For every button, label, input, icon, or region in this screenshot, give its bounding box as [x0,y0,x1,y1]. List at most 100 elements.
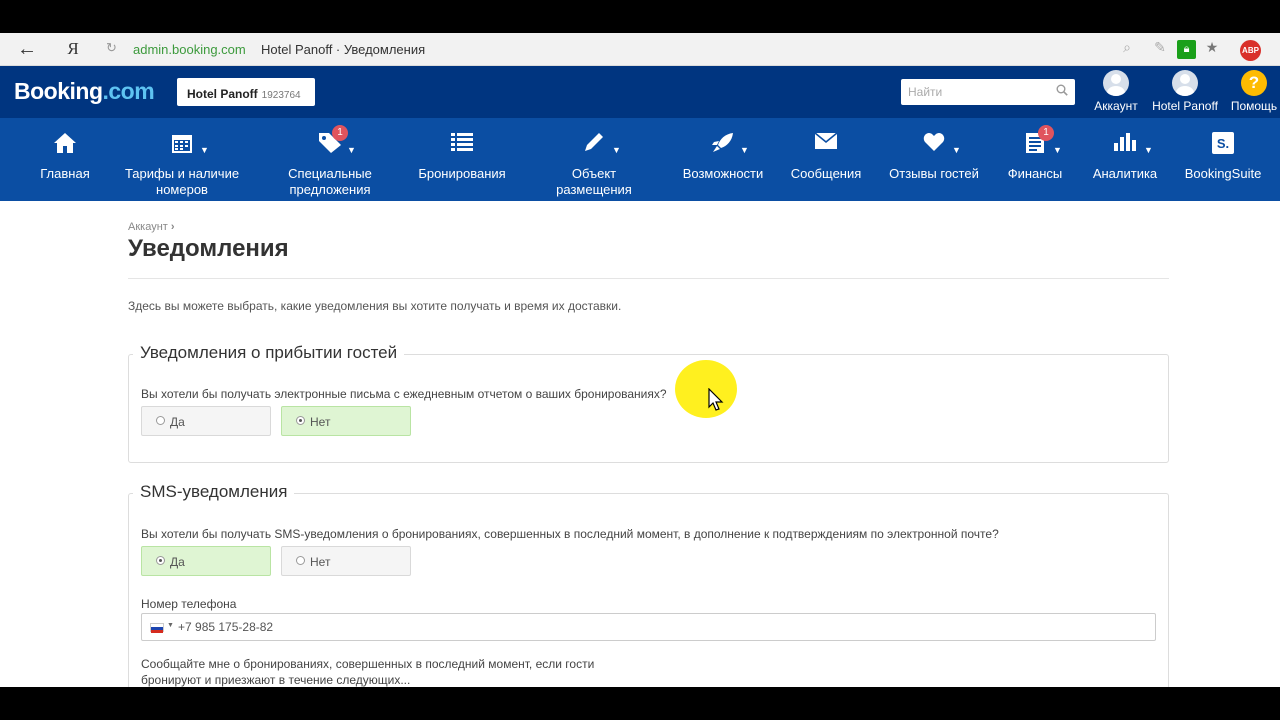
panel-legend: Уведомления о прибытии гостей [133,343,405,363]
home-icon [54,133,76,153]
radio-icon[interactable] [296,416,305,425]
sms-question: Вы хотели бы получать SMS-уведомления о … [141,527,999,541]
arrival-no-option[interactable]: Нет [281,406,411,436]
logo-main: Booking [14,78,103,104]
nav-item-reviews[interactable]: ▼ Отзывы гостей [884,118,984,201]
breadcrumb[interactable]: Аккаунт › [128,221,175,233]
title-divider [128,278,1169,279]
radio-icon[interactable] [296,556,305,565]
booking-logo[interactable]: Booking.com [14,78,155,105]
logo-suffix: .com [102,78,155,104]
sms-no-option[interactable]: Нет [281,546,411,576]
bookingsuite-icon: S. [1212,132,1234,154]
help-icon: ? [1241,70,1267,96]
search-page-icon[interactable]: ⌕ [1117,39,1137,56]
nav-item-messages[interactable]: Сообщения [786,118,866,201]
nav-label: Отзывы гостей [889,166,979,181]
nav-label: Бронирования [418,166,506,181]
sms-yes-option[interactable]: Да [141,546,271,576]
chevron-right-icon: › [170,221,175,233]
address-bar[interactable]: ↻ admin.booking.com Hotel Panoff · Уведо… [100,37,1140,62]
hotel-link[interactable]: Hotel Panoff [1145,70,1225,113]
option-label: Нет [310,415,331,429]
nav-item-property[interactable]: ▼ Объект размещения [544,118,644,201]
sms-notifications-panel: SMS-уведомления Вы хотели бы получать SM… [128,482,1169,687]
nav-item-offers[interactable]: ▼ 1 Специальные предложения [280,118,380,201]
calendar-icon [172,135,192,153]
viewport: ← Я ↻ admin.booking.com Hotel Panoff · У… [0,33,1280,687]
russia-flag-icon[interactable] [150,623,164,633]
nav-label: Аналитика [1092,166,1158,181]
page-title: Уведомления [128,235,289,262]
browser-toolbar: ← Я ↻ admin.booking.com Hotel Panoff · У… [0,33,1280,66]
nav-item-home[interactable]: Главная [30,118,100,201]
arrival-question: Вы хотели бы получать электронные письма… [141,387,667,401]
intro-text: Здесь вы можете выбрать, какие уведомлен… [128,299,622,313]
nav-item-finance[interactable]: ▼ 1 Финансы [1000,118,1070,201]
chevron-down-icon[interactable]: ▼ [167,622,174,629]
search-box [901,79,1075,105]
url-page-title: Hotel Panoff · Уведомления [261,42,426,57]
url-domain: admin.booking.com [133,42,246,57]
help-label: Помощь [1230,99,1278,113]
lock-icon[interactable]: 🔒︎ [1177,40,1196,59]
nav-label: Объект размещения [556,166,632,197]
bookmark-star-icon[interactable]: ★ [1202,39,1222,56]
mouse-cursor-icon [708,388,724,411]
search-input[interactable] [901,79,1051,105]
yandex-logo-icon[interactable]: Я [62,38,84,60]
envelope-icon [814,132,838,149]
nav-label: Финансы [1007,166,1063,181]
last-minute-text: Сообщайте мне о бронированиях, совершенн… [141,656,641,687]
nav-label: Главная [40,166,90,181]
nav-item-opportunities[interactable]: ▼ Возможности [678,118,768,201]
help-link[interactable]: ? Помощь [1214,70,1280,113]
rocket-icon [712,133,733,152]
nav-label: Сообщения [790,166,862,181]
last-minute-line: бронируют и приезжают в течение следующи… [141,673,411,687]
nav-label: Возможности [682,166,764,181]
option-label: Нет [310,555,331,569]
hotel-avatar-icon [1172,70,1198,96]
account-avatar-icon [1103,70,1129,96]
phone-field[interactable]: ▼ [141,613,1156,641]
hotel-name: Hotel Panoff [187,87,258,101]
notification-badge: 1 [332,125,348,141]
arrival-yes-option[interactable]: Да [141,406,271,436]
notification-badge: 1 [1038,125,1054,141]
back-arrow-icon[interactable]: ← [14,37,40,61]
arrival-notifications-panel: Уведомления о прибытии гостей Вы хотели … [128,343,1169,463]
radio-icon[interactable] [156,556,165,565]
hotel-selector[interactable]: Hotel Panoff 1923764 [177,78,315,106]
nav-label: Тарифы и наличие номеров [124,166,240,197]
main-nav: Главная ▼ Тарифы и наличие номеров ▼ 1 Сп… [0,118,1280,201]
hotel-label: Hotel Panoff [1152,99,1218,113]
hotel-id: 1923764 [261,90,301,101]
nav-item-reservations[interactable]: Бронирования [410,118,514,201]
cursor-highlight [675,360,737,418]
phone-input[interactable] [178,617,1078,637]
adblock-icon[interactable]: ABP [1240,40,1261,61]
radio-icon[interactable] [156,416,165,425]
extension-icon[interactable]: ✎ [1150,39,1170,56]
account-label: Аккаунт [1094,99,1138,113]
nav-label: BookingSuite [1184,166,1262,181]
search-icon[interactable] [1056,84,1068,96]
nav-item-rates[interactable]: ▼ Тарифы и наличие номеров [120,118,244,201]
nav-label: Специальные предложения [288,166,372,197]
bar-chart-icon [1114,133,1136,151]
account-link[interactable]: Аккаунт [1076,70,1156,113]
heart-icon [923,133,945,151]
option-label: Да [170,415,185,429]
nav-item-analytics[interactable]: ▼ Аналитика [1088,118,1162,201]
pencil-icon [585,133,603,151]
nav-item-bookingsuite[interactable]: S. BookingSuite [1178,118,1268,201]
bookingsuite-icon-text: S. [1217,136,1229,151]
reload-icon[interactable]: ↻ [106,40,117,56]
breadcrumb-account[interactable]: Аккаунт [128,221,168,233]
last-minute-line: Сообщайте мне о бронированиях, совершенн… [141,657,595,671]
list-icon [451,133,473,151]
phone-label: Номер телефона [141,597,237,611]
extranet-header: Booking.com Hotel Panoff1923764 Аккаунт … [0,66,1280,118]
option-label: Да [170,555,185,569]
